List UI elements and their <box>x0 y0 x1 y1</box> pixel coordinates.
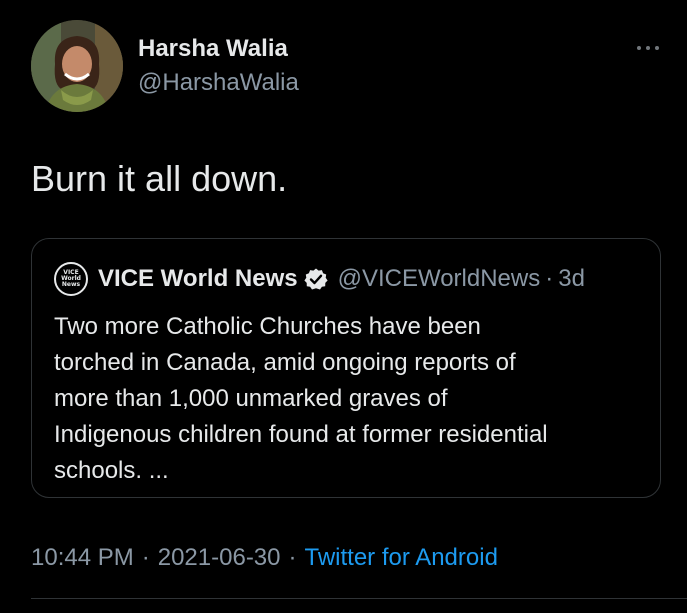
quoted-account-handle[interactable]: @VICEWorldNews <box>338 265 541 293</box>
avatar[interactable] <box>31 20 123 112</box>
author-block: Harsha Walia @HarshaWalia <box>138 34 299 98</box>
quoted-text-line: Two more Catholic Churches have been <box>54 313 481 340</box>
quoted-account-name[interactable]: VICE World News <box>98 265 298 293</box>
quoted-text-line: more than 1,000 unmarked graves of <box>54 385 448 412</box>
tweet-date[interactable]: 2021-06-30 <box>158 543 281 573</box>
more-options-button[interactable] <box>628 38 668 58</box>
tweet-text: Burn it all down. <box>31 158 288 199</box>
tweet-source-link[interactable]: Twitter for Android <box>305 543 498 573</box>
author-display-name[interactable]: Harsha Walia <box>138 34 299 64</box>
more-dot-icon <box>637 46 641 50</box>
quoted-tweet-text: Two more Catholic Churches have been tor… <box>54 309 644 489</box>
separator-dot: · <box>288 544 297 571</box>
separator-dot: · <box>141 544 150 571</box>
quoted-text-line: torched in Canada, amid ongoing reports … <box>54 349 516 376</box>
verified-badge-icon <box>303 267 328 291</box>
profile-photo-icon <box>31 20 123 112</box>
separator-dot: · <box>545 265 554 292</box>
more-dot-icon <box>655 46 659 50</box>
quoted-text-line: schools. ... <box>54 457 169 484</box>
tweet: Harsha Walia @HarshaWalia Burn it all do… <box>0 0 687 613</box>
logo-text-line: News <box>61 281 81 288</box>
quoted-tweet-header: VICE World News VICE World News @VICEWor… <box>54 261 585 297</box>
quoted-text-line: Indigenous children found at former resi… <box>54 421 548 448</box>
author-handle[interactable]: @HarshaWalia <box>138 68 299 98</box>
tweet-time[interactable]: 10:44 PM <box>31 543 134 573</box>
divider <box>31 598 687 599</box>
quoted-tweet-time[interactable]: 3d <box>558 265 585 293</box>
tweet-metadata: 10:44 PM · 2021-06-30 · Twitter for Andr… <box>31 543 498 573</box>
vice-world-news-logo[interactable]: VICE World News <box>54 262 88 296</box>
quoted-tweet-card[interactable]: VICE World News VICE World News @VICEWor… <box>31 238 661 498</box>
more-dot-icon <box>646 46 650 50</box>
